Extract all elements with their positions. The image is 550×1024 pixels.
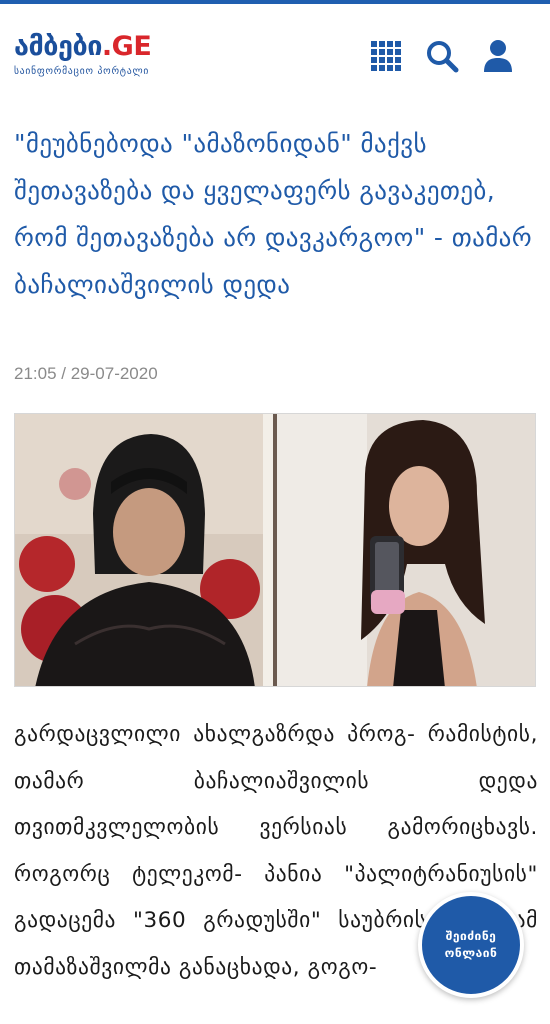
photo-left-woman bbox=[15, 414, 263, 686]
grid-menu-icon[interactable] bbox=[366, 36, 406, 76]
user-icon[interactable] bbox=[478, 36, 518, 76]
photo-right-young-woman bbox=[277, 414, 535, 686]
logo-tld: .GE bbox=[101, 31, 152, 62]
article-date: 21:05 / 29-07-2020 bbox=[14, 364, 158, 383]
logo-tagline: საინფორმაციო პორტალი bbox=[14, 66, 150, 77]
buy-online-line1: შეიძინე bbox=[445, 929, 497, 943]
article-title: "მეუბნებოდა "ამაზონიდან" მაქვს შეთავაზებ… bbox=[14, 129, 533, 299]
site-header: ამბები.GE საინფორმაციო პორტალი bbox=[0, 4, 550, 100]
site-logo[interactable]: ამბები.GE საინფორმაციო პორტალი bbox=[14, 30, 214, 86]
logo-wordmark: ამბები.GE bbox=[14, 30, 214, 64]
buy-online-button[interactable]: შეიძინე ონლაინ bbox=[418, 892, 524, 998]
article-hero-image bbox=[14, 413, 536, 687]
search-icon[interactable] bbox=[422, 36, 462, 76]
buy-online-line2: ონლაინ bbox=[444, 946, 498, 960]
logo-text: ამბები bbox=[14, 31, 102, 62]
